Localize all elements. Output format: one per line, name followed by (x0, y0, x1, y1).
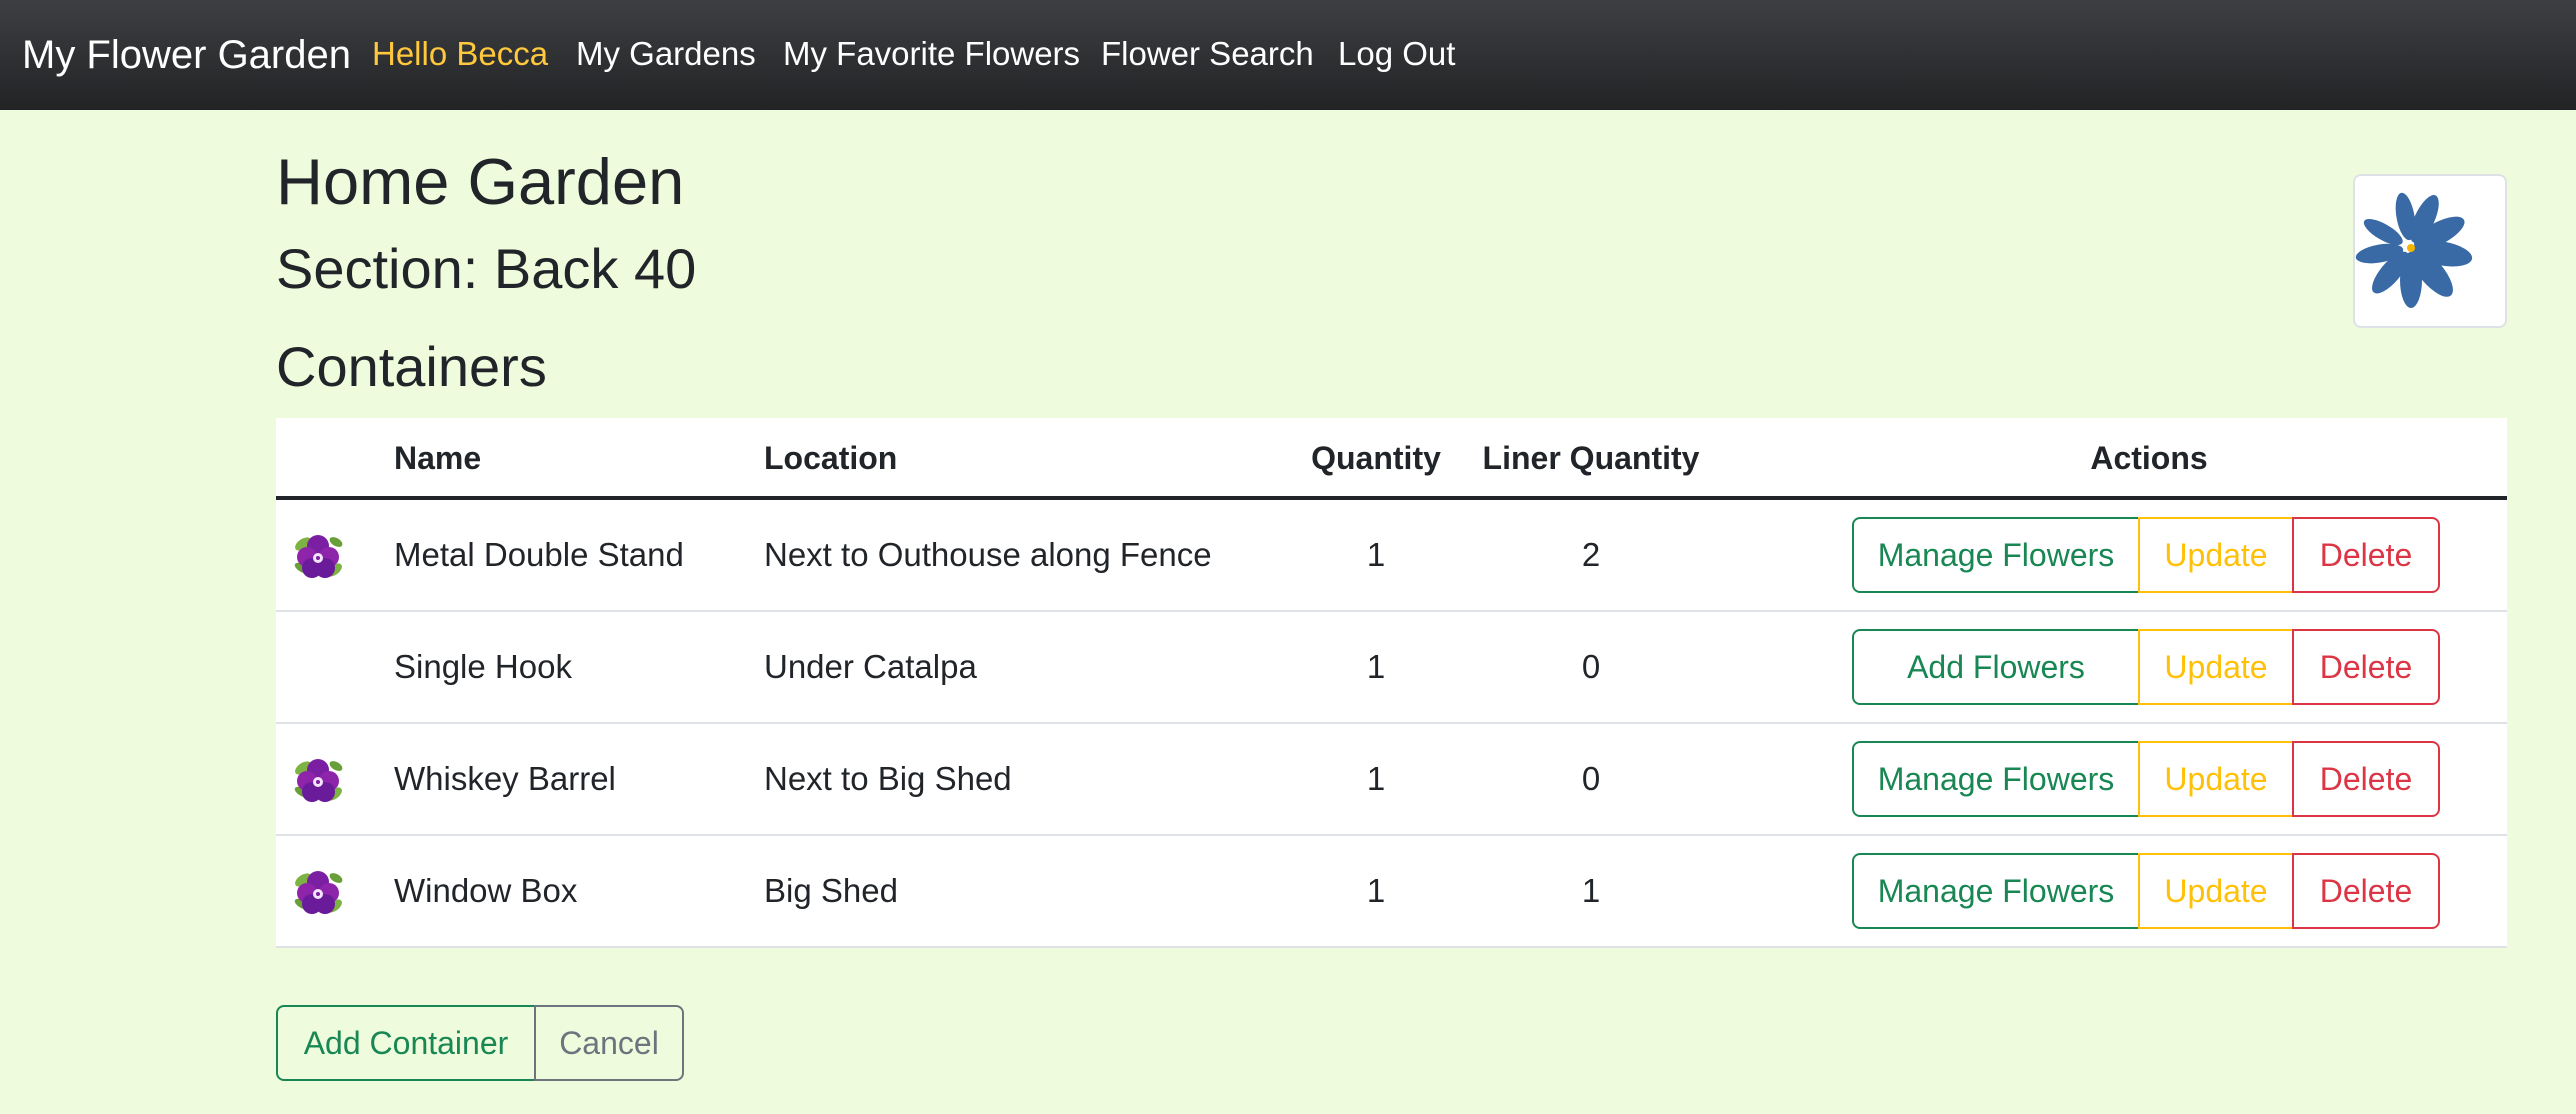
nav-my-gardens[interactable]: My Gardens (576, 32, 756, 76)
brand-link[interactable]: My Flower Garden (22, 30, 351, 80)
garden-title: Home Garden (276, 145, 685, 218)
nav-greeting[interactable]: Hello Becca (372, 32, 548, 76)
table-header: Name Location Quantity Liner Quantity Ac… (276, 418, 2507, 500)
cell-quantity: 1 (1366, 648, 1386, 685)
nav-my-favorite-flowers[interactable]: My Favorite Flowers (783, 32, 1080, 76)
manage-flowers-button[interactable]: Manage Flowers (1852, 741, 2140, 817)
flower-icon (290, 864, 346, 920)
cell-name: Single Hook (394, 648, 572, 685)
delete-button[interactable]: Delete (2292, 853, 2440, 929)
nav-flower-search[interactable]: Flower Search (1101, 32, 1314, 76)
update-button[interactable]: Update (2138, 741, 2294, 817)
manage-flowers-button[interactable]: Manage Flowers (1852, 517, 2140, 593)
cancel-button[interactable]: Cancel (534, 1005, 684, 1081)
cell-location: Big Shed (764, 872, 898, 909)
cell-name: Metal Double Stand (394, 536, 684, 573)
delete-button[interactable]: Delete (2292, 517, 2440, 593)
cell-liner-quantity: 2 (1581, 536, 1601, 573)
cell-quantity: 1 (1366, 536, 1386, 573)
table-row: Metal Double Stand Next to Outhouse alon… (276, 500, 2507, 612)
cell-location: Next to Outhouse along Fence (764, 536, 1212, 573)
row-action-group: Manage Flowers Update Delete (1852, 517, 2440, 593)
cell-location: Under Catalpa (764, 648, 977, 685)
header-name: Name (394, 440, 482, 476)
table-row: Whiskey Barrel Next to Big Shed 1 0 Mana… (276, 724, 2507, 836)
section-title: Section: Back 40 (276, 237, 697, 300)
flower-icon (290, 752, 346, 808)
row-action-group: Manage Flowers Update Delete (1852, 853, 2440, 929)
cell-name: Window Box (394, 872, 578, 909)
table-row: Window Box Big Shed 1 1 Manage Flowers U… (276, 836, 2507, 948)
cell-location: Next to Big Shed (764, 760, 1012, 797)
header-quantity: Quantity (1311, 440, 1441, 476)
header-actions: Actions (2090, 440, 2208, 476)
cell-liner-quantity: 0 (1581, 648, 1601, 685)
navbar: My Flower Garden Hello Becca My Gardens … (0, 0, 2576, 110)
add-container-button[interactable]: Add Container (276, 1005, 536, 1081)
cell-name: Whiskey Barrel (394, 760, 616, 797)
cell-quantity: 1 (1366, 760, 1386, 797)
row-action-group: Add Flowers Update Delete (1852, 629, 2440, 705)
table-row: Single Hook Under Catalpa 1 0 Add Flower… (276, 612, 2507, 724)
table-body: Metal Double Stand Next to Outhouse alon… (276, 500, 2507, 948)
containers-title: Containers (276, 335, 547, 398)
delete-button[interactable]: Delete (2292, 629, 2440, 705)
update-button[interactable]: Update (2138, 629, 2294, 705)
form-button-group: Add Container Cancel (276, 1005, 684, 1081)
header-liner-quantity: Liner Quantity (1482, 440, 1700, 476)
flower-logo-icon (2355, 192, 2473, 308)
manage-flowers-button[interactable]: Manage Flowers (1852, 853, 2140, 929)
nav-log-out[interactable]: Log Out (1338, 32, 1455, 76)
containers-table: Name Location Quantity Liner Quantity Ac… (276, 418, 2507, 948)
garden-logo (2353, 174, 2507, 328)
delete-button[interactable]: Delete (2292, 741, 2440, 817)
flower-icon (290, 528, 346, 584)
cell-quantity: 1 (1366, 872, 1386, 909)
cell-liner-quantity: 1 (1581, 872, 1601, 909)
header-location: Location (764, 440, 898, 476)
update-button[interactable]: Update (2138, 853, 2294, 929)
add-flowers-button[interactable]: Add Flowers (1852, 629, 2140, 705)
row-action-group: Manage Flowers Update Delete (1852, 741, 2440, 817)
update-button[interactable]: Update (2138, 517, 2294, 593)
cell-liner-quantity: 0 (1581, 760, 1601, 797)
